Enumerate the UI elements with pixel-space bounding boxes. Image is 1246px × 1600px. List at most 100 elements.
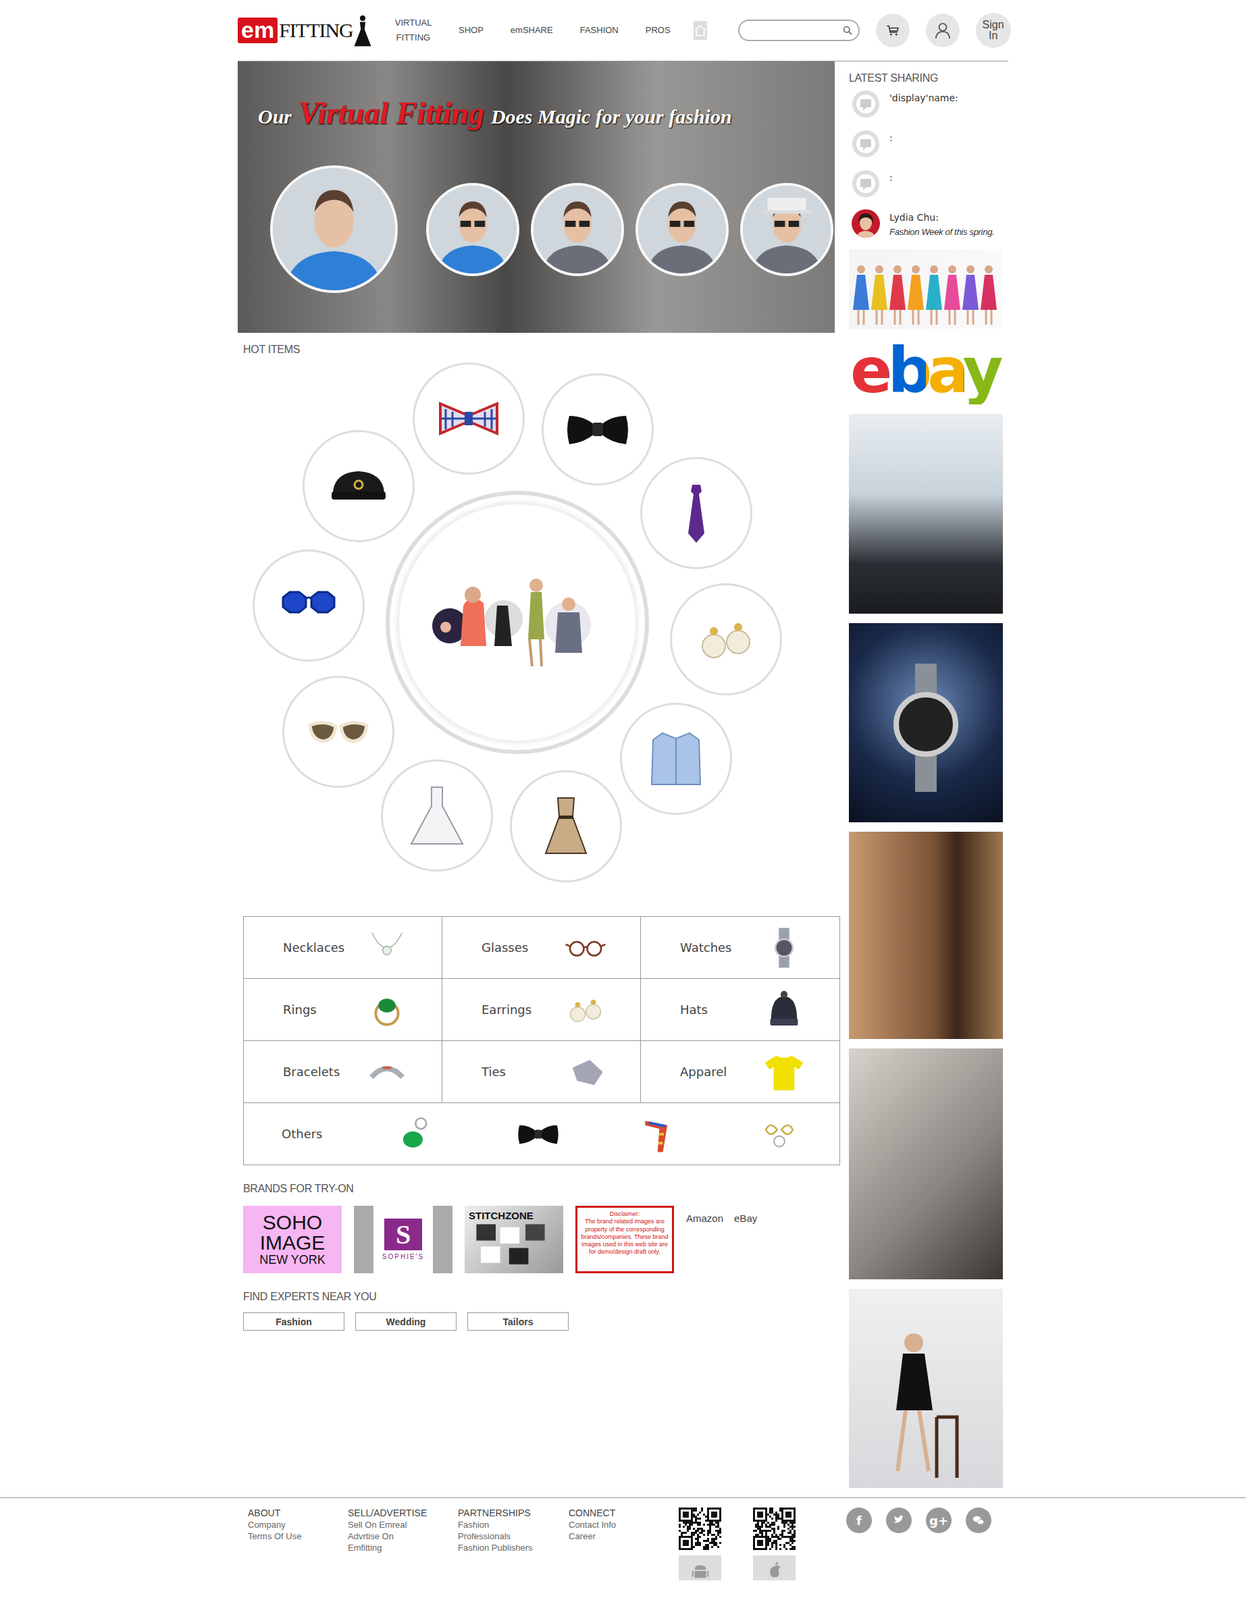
app-download[interactable] [753,1508,796,1581]
category-label[interactable]: Hats [640,1002,763,1018]
category-label[interactable]: Others [243,1127,358,1142]
model-photo[interactable] [426,183,520,277]
logo[interactable]: emFITTING [237,13,373,48]
hot-item[interactable] [282,676,395,789]
account-button[interactable] [925,13,960,48]
nav-link[interactable]: FASHION [566,22,633,38]
logo-em[interactable]: em [237,17,278,44]
footer-link[interactable]: Fashion [457,1520,569,1532]
category-label[interactable]: Bracelets [243,1065,366,1080]
model-photo[interactable] [530,183,625,277]
ad-banner[interactable] [848,623,1003,823]
nav-link[interactable]: PROS [632,22,685,38]
hot-item[interactable] [252,549,365,662]
category-label[interactable]: Ties [442,1065,564,1080]
sharing-entry[interactable]: Lydia Chu: Fashion Week of this spring. [848,209,1003,250]
wechat-button[interactable] [965,1508,992,1534]
footer-link[interactable]: Career [568,1531,679,1544]
nav-link[interactable]: VIRTUAL FITTING [395,15,446,46]
category-cell[interactable]: Necklaces [243,917,443,980]
category-cell[interactable]: Glasses [442,917,641,980]
brand-name[interactable]: SOHO IMAGE [251,1212,333,1254]
hot-item[interactable] [302,430,415,543]
sharing-entry[interactable]: 'display'name: [848,89,1003,130]
footer-link[interactable]: Advrtise On Emfitting [347,1531,426,1555]
ad-banner[interactable] [848,1048,1003,1280]
category-cell[interactable]: Earrings [442,979,641,1042]
category-cell[interactable]: Hats [640,979,840,1042]
brand-name[interactable]: SOPHIE'S [382,1253,425,1261]
brand-link[interactable]: eBay [734,1212,758,1225]
hero-banner[interactable]: OurVirtual FittingDoes Magic for your fa… [237,61,835,333]
sharer-name[interactable]: : [889,169,893,184]
category-label[interactable]: Apparel [640,1065,763,1080]
featured-collection[interactable] [385,490,650,755]
sign-in-button[interactable]: Sign In [975,12,1011,48]
category-others[interactable]: Others [243,1103,840,1165]
expert-button[interactable]: Wedding [355,1312,457,1332]
expert-button[interactable]: Tailors [467,1312,569,1332]
app-download[interactable] [678,1508,722,1581]
sign-in-label[interactable]: Sign In [979,19,1007,42]
hot-item[interactable] [541,373,654,486]
footer-link[interactable]: Professionals [457,1531,569,1544]
search-box[interactable] [738,19,860,42]
model-photo[interactable] [740,183,834,277]
category-cell[interactable]: Bracelets [243,1041,443,1104]
footer-link[interactable]: Company [247,1520,348,1532]
category-label[interactable]: Glasses [442,940,564,955]
app-store-tile[interactable] [753,1555,796,1581]
category-cell[interactable]: Rings [243,979,443,1042]
category-cell[interactable]: Apparel [640,1041,840,1104]
other-item[interactable] [478,1112,600,1157]
home-button[interactable] [693,20,708,40]
sharer-name[interactable]: : [889,129,893,144]
sharing-entry[interactable]: : [848,169,1003,210]
footer-link[interactable]: Fashion Publishers [457,1543,569,1555]
hot-item[interactable] [669,583,783,696]
search-input[interactable] [744,24,843,37]
model-photo[interactable] [270,165,398,294]
shared-message[interactable]: Fashion Week of this spring. [889,226,995,238]
sharing-entry[interactable]: : [848,129,1003,170]
ad-banner[interactable] [848,1289,1003,1489]
expert-button[interactable]: Fashion [243,1312,345,1332]
footer-link[interactable]: Sell On Emreal [347,1520,426,1532]
nav-link[interactable]: emSHARE [497,22,567,38]
hot-item[interactable] [412,362,525,475]
logo-fitting[interactable]: FITTING [278,18,354,42]
nav-link[interactable]: SHOP [445,22,498,38]
google-button[interactable]: g+ [925,1508,952,1534]
ad-banner[interactable] [848,832,1003,1040]
hot-item[interactable] [619,703,733,816]
other-item[interactable] [598,1112,720,1157]
sharer-name[interactable]: 'display'name: [889,89,959,104]
hot-item[interactable] [640,457,753,570]
facebook-button[interactable]: f [846,1508,872,1534]
category-cell[interactable]: Ties [442,1041,641,1104]
category-label[interactable]: Earrings [442,1002,564,1018]
brand-logo[interactable]: SOHO IMAGENEW YORK [243,1206,342,1274]
other-item[interactable] [357,1112,479,1157]
category-cell[interactable]: Watches [640,917,840,980]
brand-name[interactable]: STITCHZONE [468,1210,560,1222]
ebay-logo[interactable]: ebay [848,338,1003,405]
other-item[interactable] [719,1112,841,1157]
brand-link[interactable]: Amazon [686,1212,724,1225]
category-label[interactable]: Rings [243,1002,366,1018]
footer-link[interactable]: Terms Of Use [247,1531,348,1544]
facebook-icon[interactable]: f [856,1514,862,1529]
cart-button[interactable] [875,13,910,48]
hot-item[interactable] [380,759,493,872]
brand-logo[interactable]: S SOPHIE'S [353,1206,453,1274]
footer-link[interactable]: Contact Info [568,1520,679,1532]
category-label[interactable]: Watches [640,940,763,955]
ad-banner[interactable] [848,413,1003,614]
sharer-name[interactable]: Lydia Chu: [889,209,995,223]
app-store-tile[interactable] [678,1555,722,1581]
brand-mark[interactable]: S [384,1218,423,1251]
ebay-ad[interactable]: ebay [848,338,1003,405]
hot-item[interactable] [509,770,622,883]
brand-city[interactable]: NEW YORK [259,1253,326,1268]
ad-banner[interactable] [848,249,1003,329]
